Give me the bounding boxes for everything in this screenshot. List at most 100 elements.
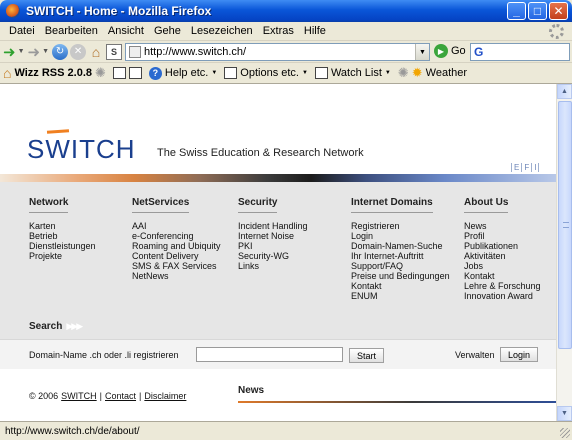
- resize-grip-icon[interactable]: [560, 428, 570, 438]
- link-profil[interactable]: Profil: [464, 231, 541, 241]
- domain-input[interactable]: [196, 347, 343, 362]
- link-support-faq[interactable]: Support/FAQ: [351, 261, 450, 271]
- link-karten[interactable]: Karten: [29, 221, 96, 231]
- forward-arrow-icon[interactable]: ➜: [28, 43, 41, 61]
- options-label: Options etc.: [240, 67, 299, 79]
- settings-gear-icon[interactable]: ✺: [398, 65, 409, 81]
- menu-gehe[interactable]: Gehe: [149, 25, 186, 37]
- vertical-scrollbar[interactable]: ▲ ▼: [556, 84, 572, 421]
- google-search-icon[interactable]: G: [474, 45, 483, 59]
- url-bar[interactable]: ▼: [125, 43, 430, 61]
- column-title[interactable]: Network: [29, 197, 69, 213]
- news-title: News: [238, 385, 556, 403]
- link-dienstleistungen[interactable]: Dienstleistungen: [29, 241, 96, 251]
- menu-lesezeichen[interactable]: Lesezeichen: [186, 25, 258, 37]
- link-content-delivery[interactable]: Content Delivery: [132, 251, 221, 261]
- link-projekte[interactable]: Projekte: [29, 251, 96, 261]
- menu-ansicht[interactable]: Ansicht: [103, 25, 149, 37]
- scroll-thumb[interactable]: [558, 101, 572, 349]
- link-lehre-forschung[interactable]: Lehre & Forschung: [464, 281, 541, 291]
- link-incident-handling[interactable]: Incident Handling: [238, 221, 308, 231]
- navigation-panel: Network Karten Betrieb Dienstleistungen …: [0, 182, 556, 339]
- link-jobs[interactable]: Jobs: [464, 261, 541, 271]
- column-security: Security Incident Handling Internet Nois…: [238, 196, 308, 271]
- news-section: News: [238, 385, 556, 403]
- link-publikationen[interactable]: Publikationen: [464, 241, 541, 251]
- link-kontakt[interactable]: Kontakt: [351, 281, 450, 291]
- link-aktivitaeten[interactable]: Aktivitäten: [464, 251, 541, 261]
- site-bookmark-icon[interactable]: S: [106, 43, 123, 60]
- column-title[interactable]: Security: [238, 197, 278, 213]
- link-internet-auftritt[interactable]: Ihr Internet-Auftritt: [351, 251, 450, 261]
- link-domain-search[interactable]: Domain-Namen-Suche: [351, 241, 450, 251]
- menu-hilfe[interactable]: Hilfe: [299, 25, 331, 37]
- reload-icon[interactable]: ↻: [52, 43, 69, 60]
- link-news[interactable]: News: [464, 221, 541, 231]
- firefox-icon: [6, 4, 20, 18]
- language-switcher: E F I: [511, 163, 540, 172]
- menu-bearbeiten[interactable]: Bearbeiten: [40, 25, 103, 37]
- disclaimer-link[interactable]: Disclaimer: [144, 391, 186, 401]
- stop-icon[interactable]: ✕: [70, 43, 87, 60]
- wizz-rss[interactable]: ⌂ Wizz RSS 2.0.8 ✺: [3, 65, 106, 81]
- panel-split-icon[interactable]: [112, 67, 126, 79]
- link-betrieb[interactable]: Betrieb: [29, 231, 96, 241]
- switch-link[interactable]: SWITCH: [61, 391, 97, 401]
- go-label: Go: [451, 45, 466, 57]
- link-sms-fax[interactable]: SMS & FAX Services: [132, 261, 221, 271]
- forward-dropdown-icon[interactable]: ▼: [42, 43, 49, 61]
- lang-french[interactable]: F: [521, 163, 531, 172]
- grip-icon: [563, 222, 569, 228]
- lang-english[interactable]: E: [511, 163, 521, 172]
- link-roaming[interactable]: Roaming and Ubiquity: [132, 241, 221, 251]
- menu-datei[interactable]: Datei: [4, 25, 40, 37]
- help-menu[interactable]: ? Help etc. ▼: [148, 66, 217, 80]
- link-pki[interactable]: PKI: [238, 241, 308, 251]
- url-dropdown-icon[interactable]: ▼: [415, 44, 429, 60]
- link-registrieren[interactable]: Registrieren: [351, 221, 450, 231]
- help-label: Help etc.: [164, 67, 209, 79]
- column-title[interactable]: About Us: [464, 197, 509, 213]
- link-internet-noise[interactable]: Internet Noise: [238, 231, 308, 241]
- back-dropdown-icon[interactable]: ▼: [18, 43, 25, 61]
- tagline: The Swiss Education & Research Network: [157, 147, 364, 159]
- menu-extras[interactable]: Extras: [258, 25, 299, 37]
- link-aai[interactable]: AAI: [132, 221, 221, 231]
- lang-italian[interactable]: I: [531, 163, 540, 172]
- chevrons-icon: ▶▶▶: [66, 321, 83, 331]
- go-button[interactable]: ▶ Go: [434, 44, 466, 58]
- back-arrow-icon[interactable]: ➜: [3, 43, 16, 61]
- watchlist-label: Watch List: [330, 67, 382, 79]
- extensions-toolbar: ⌂ Wizz RSS 2.0.8 ✺ ? Help etc. ▼ Options…: [0, 63, 572, 84]
- navigation-toolbar: ➜ ▼ ➜ ▼ ↻ ✕ ⌂ S ▼ ▶ Go G: [0, 41, 572, 63]
- maximize-button[interactable]: □: [528, 2, 547, 20]
- watchlist-menu[interactable]: Watch List ▼: [314, 67, 391, 79]
- weather-button[interactable]: ✺ ✹ Weather: [398, 65, 467, 81]
- minimize-button[interactable]: _: [507, 2, 526, 20]
- scroll-down-icon[interactable]: ▼: [557, 406, 572, 421]
- link-enum[interactable]: ENUM: [351, 291, 450, 301]
- link-preise[interactable]: Preise und Bedingungen: [351, 271, 450, 281]
- link-innovation-award[interactable]: Innovation Award: [464, 291, 541, 301]
- contact-link[interactable]: Contact: [105, 391, 136, 401]
- panel-window-icon[interactable]: [128, 67, 142, 79]
- link-e-conferencing[interactable]: e-Conferencing: [132, 231, 221, 241]
- link-netnews[interactable]: NetNews: [132, 271, 221, 281]
- scroll-up-icon[interactable]: ▲: [557, 84, 572, 99]
- search-box[interactable]: G: [470, 43, 570, 61]
- start-button[interactable]: Start: [349, 348, 385, 363]
- column-title[interactable]: NetServices: [132, 197, 190, 213]
- options-menu[interactable]: Options etc. ▼: [224, 67, 308, 79]
- login-button[interactable]: Login: [500, 347, 539, 362]
- status-bar: http://www.switch.ch/de/about/: [0, 421, 572, 440]
- home-icon[interactable]: ⌂: [88, 44, 104, 60]
- column-title[interactable]: Internet Domains: [351, 197, 433, 213]
- switch-logo[interactable]: SWITCH: [27, 134, 136, 165]
- url-input[interactable]: [144, 46, 414, 58]
- link-security-wg[interactable]: Security-WG: [238, 251, 308, 261]
- wizz-gear-icon[interactable]: ✺: [95, 65, 106, 81]
- link-kontakt-about[interactable]: Kontakt: [464, 271, 541, 281]
- link-links[interactable]: Links: [238, 261, 308, 271]
- close-button[interactable]: ✕: [549, 2, 568, 20]
- link-login[interactable]: Login: [351, 231, 450, 241]
